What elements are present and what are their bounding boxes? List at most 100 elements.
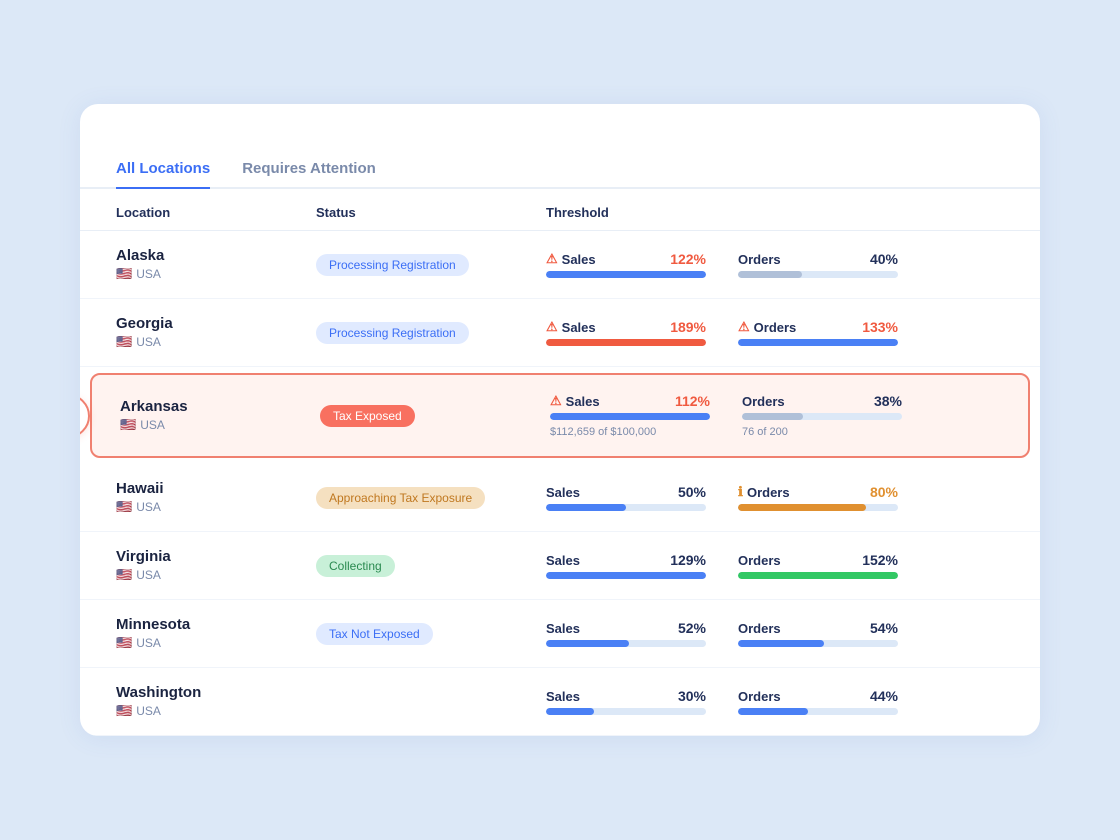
- sales-threshold: Sales 30%: [546, 688, 706, 715]
- alert-bubble-icon: ⚠: [80, 394, 90, 438]
- threshold-cell: Sales 30% Orders 44%: [546, 688, 1004, 715]
- orders-bar-fill: [738, 640, 824, 647]
- orders-bar-fill: [738, 339, 898, 346]
- orders-header: Orders 44%: [738, 688, 898, 704]
- sales-header: Sales 129%: [546, 552, 706, 568]
- sales-header: Sales 30%: [546, 688, 706, 704]
- sales-pct: 30%: [678, 688, 706, 704]
- table-row[interactable]: ⚠ Arkansas 🇺🇸 USA Tax Exposed ⚠ Sales 11…: [90, 373, 1030, 458]
- orders-label: ℹ Orders: [738, 484, 790, 500]
- sales-bar-fill: [546, 271, 706, 278]
- orders-bar-track: [738, 708, 898, 715]
- status-badge: Tax Not Exposed: [316, 623, 433, 645]
- sales-pct: 189%: [670, 319, 706, 335]
- location-name: Virginia: [116, 548, 316, 565]
- sales-bar-fill: [546, 640, 629, 647]
- orders-label: ⚠ Orders: [738, 319, 796, 335]
- orders-threshold: Orders 44%: [738, 688, 898, 715]
- sales-bar-track: [546, 708, 706, 715]
- threshold-cell: Sales 129% Orders 152%: [546, 552, 1004, 579]
- orders-bar-track: [738, 504, 898, 511]
- orders-pct: 133%: [862, 319, 898, 335]
- orders-threshold: Orders 54%: [738, 620, 898, 647]
- sales-pct: 129%: [670, 552, 706, 568]
- status-badge: Tax Exposed: [320, 405, 415, 427]
- table-body: Alaska 🇺🇸 USA Processing Registration ⚠ …: [80, 231, 1040, 736]
- sales-threshold: Sales 129%: [546, 552, 706, 579]
- status-badge: Approaching Tax Exposure: [316, 487, 485, 509]
- row-wrapper-alaska: Alaska 🇺🇸 USA Processing Registration ⚠ …: [80, 231, 1040, 299]
- sales-bar-fill: [550, 413, 710, 420]
- sales-header: ⚠ Sales 122%: [546, 251, 706, 267]
- sales-bar-fill: [546, 504, 626, 511]
- orders-pct: 54%: [870, 620, 898, 636]
- row-wrapper-arkansas: ⚠ Arkansas 🇺🇸 USA Tax Exposed ⚠ Sales 11…: [80, 373, 1040, 458]
- sales-pct: 50%: [678, 484, 706, 500]
- col-status: Status: [316, 205, 546, 220]
- threshold-cell: Sales 50% ℹ Orders 80%: [546, 484, 1004, 511]
- status-cell: Approaching Tax Exposure: [316, 487, 546, 509]
- orders-pct: 152%: [862, 552, 898, 568]
- location-cell: Georgia 🇺🇸 USA: [116, 315, 316, 350]
- table-row[interactable]: Georgia 🇺🇸 USA Processing Registration ⚠…: [80, 299, 1040, 367]
- orders-threshold: ⚠ Orders 133%: [738, 319, 898, 346]
- sales-bar-fill: [546, 708, 594, 715]
- orders-bar-track: [738, 339, 898, 346]
- location-country: 🇺🇸 USA: [116, 567, 316, 583]
- orders-label: Orders: [738, 553, 781, 568]
- sales-pct: 122%: [670, 251, 706, 267]
- country-flag: 🇺🇸: [120, 417, 136, 433]
- sales-label: Sales: [546, 621, 580, 636]
- table-row[interactable]: Washington 🇺🇸 USA Sales 30% Orders 44%: [80, 668, 1040, 736]
- orders-bar-fill: [738, 708, 808, 715]
- sales-label: Sales: [546, 553, 580, 568]
- orders-threshold: ℹ Orders 80%: [738, 484, 898, 511]
- sales-threshold: ⚠ Sales 112% $112,659 of $100,000: [550, 393, 710, 438]
- orders-header: Orders 40%: [738, 251, 898, 267]
- location-cell: Alaska 🇺🇸 USA: [116, 247, 316, 282]
- location-name: Minnesota: [116, 616, 316, 633]
- sales-threshold: Sales 52%: [546, 620, 706, 647]
- sales-warning-icon: ⚠: [550, 393, 562, 409]
- tab-all-locations[interactable]: All Locations: [116, 160, 210, 189]
- orders-label: Orders: [738, 621, 781, 636]
- status-cell: Processing Registration: [316, 254, 546, 276]
- location-name: Georgia: [116, 315, 316, 332]
- country-flag: 🇺🇸: [116, 567, 132, 583]
- orders-bar-track: [738, 271, 898, 278]
- sales-bar-track: [546, 271, 706, 278]
- orders-caution-icon: ℹ: [738, 484, 743, 500]
- location-cell: Minnesota 🇺🇸 USA: [116, 616, 316, 651]
- page-title: [80, 136, 1040, 160]
- orders-bar-track: [742, 413, 902, 420]
- table-row[interactable]: Virginia 🇺🇸 USA Collecting Sales 129% Or…: [80, 532, 1040, 600]
- col-threshold: Threshold: [546, 205, 1004, 220]
- sales-label: Sales: [546, 689, 580, 704]
- table-row[interactable]: Minnesota 🇺🇸 USA Tax Not Exposed Sales 5…: [80, 600, 1040, 668]
- tab-bar: All Locations Requires Attention: [80, 160, 1040, 189]
- table-row[interactable]: Alaska 🇺🇸 USA Processing Registration ⚠ …: [80, 231, 1040, 299]
- orders-header: Orders 38%: [742, 393, 902, 409]
- sales-header: Sales 52%: [546, 620, 706, 636]
- orders-sub: 76 of 200: [742, 426, 902, 438]
- row-wrapper-georgia: Georgia 🇺🇸 USA Processing Registration ⚠…: [80, 299, 1040, 367]
- country-flag: 🇺🇸: [116, 499, 132, 515]
- orders-bar-fill: [738, 271, 802, 278]
- orders-header: Orders 152%: [738, 552, 898, 568]
- status-badge: Processing Registration: [316, 322, 469, 344]
- location-cell: Washington 🇺🇸 USA: [116, 684, 316, 719]
- threshold-cell: ⚠ Sales 189% ⚠ Orders 133%: [546, 319, 1004, 346]
- status-cell: Tax Exposed: [320, 405, 550, 427]
- orders-label: Orders: [738, 689, 781, 704]
- country-flag: 🇺🇸: [116, 703, 132, 719]
- sales-bar-fill: [546, 572, 706, 579]
- orders-label: Orders: [738, 252, 781, 267]
- threshold-cell: ⚠ Sales 122% Orders 40%: [546, 251, 1004, 278]
- status-cell: Processing Registration: [316, 322, 546, 344]
- sales-header: ⚠ Sales 189%: [546, 319, 706, 335]
- tab-requires-attention[interactable]: Requires Attention: [242, 160, 376, 189]
- location-country: 🇺🇸 USA: [120, 417, 320, 433]
- table-row[interactable]: Hawaii 🇺🇸 USA Approaching Tax Exposure S…: [80, 464, 1040, 532]
- orders-pct: 38%: [874, 393, 902, 409]
- status-badge: Processing Registration: [316, 254, 469, 276]
